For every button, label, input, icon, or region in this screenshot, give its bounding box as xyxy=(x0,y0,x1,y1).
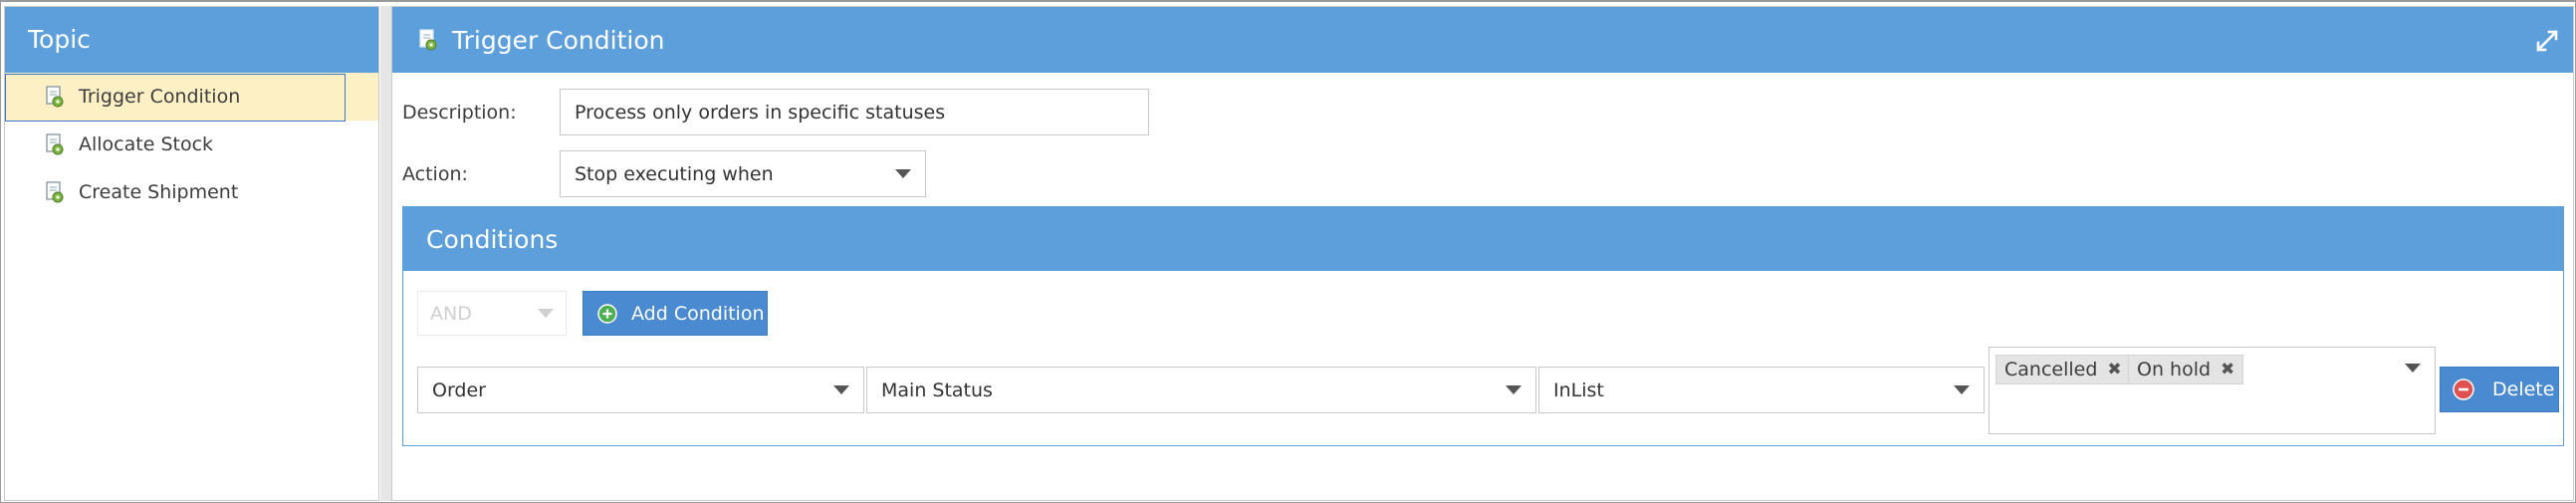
action-value: Stop executing when xyxy=(575,162,774,185)
topic-item-create-shipment[interactable]: Create Shipment xyxy=(5,168,378,216)
document-gear-icon xyxy=(46,86,64,108)
condition-entity-select[interactable]: Order xyxy=(417,367,864,413)
topic-item-trigger-condition[interactable]: Trigger Condition xyxy=(5,73,378,122)
expand-icon[interactable] xyxy=(2535,29,2559,53)
tag-label: Cancelled xyxy=(2004,359,2098,380)
chevron-down-icon xyxy=(1506,385,1522,394)
chevron-down-icon xyxy=(538,309,554,318)
action-row: Action: Stop executing when xyxy=(402,150,926,197)
condition-entity-value: Order xyxy=(432,378,486,401)
value-tag-cancelled: Cancelled ✖ xyxy=(1995,355,2131,384)
chevron-down-icon xyxy=(1954,385,1970,394)
value-tag-on-hold: On hold ✖ xyxy=(2128,355,2244,384)
document-gear-icon xyxy=(46,133,64,155)
delete-condition-label: Delete xyxy=(2492,378,2555,400)
condition-operator-value: InList xyxy=(1553,378,1604,401)
chevron-down-icon[interactable] xyxy=(2405,364,2421,373)
description-value: Process only orders in specific statuses xyxy=(575,101,946,124)
add-condition-button[interactable]: Add Condition xyxy=(583,291,768,336)
remove-tag-icon[interactable]: ✖ xyxy=(2221,360,2234,379)
condition-field-select[interactable]: Main Status xyxy=(866,367,1536,413)
condition-operator-select[interactable]: InList xyxy=(1538,367,1985,413)
description-row: Description: Process only orders in spec… xyxy=(402,89,1149,135)
delete-condition-button[interactable]: Delete xyxy=(2440,367,2559,412)
chevron-down-icon xyxy=(833,385,849,394)
topic-panel: Topic Trigger Condition Allocate Stock C… xyxy=(4,6,379,501)
conditions-panel: Conditions AND Add Condition Order Main … xyxy=(402,206,2564,446)
conditions-title: Conditions xyxy=(403,207,2563,271)
panel-splitter[interactable] xyxy=(380,6,391,501)
condition-values-multiselect[interactable]: Cancelled ✖ On hold ✖ xyxy=(1989,347,2436,434)
action-select[interactable]: Stop executing when xyxy=(560,150,926,197)
minus-circle-icon xyxy=(2453,378,2474,400)
action-label: Action: xyxy=(402,162,468,185)
main-panel: Trigger Condition Description: Process o… xyxy=(391,6,2574,501)
condition-row: Order Main Status InList xyxy=(417,367,1987,413)
topic-item-label: Create Shipment xyxy=(79,181,239,203)
add-condition-label: Add Condition xyxy=(631,302,765,325)
description-label: Description: xyxy=(402,101,517,124)
logic-operator-select[interactable]: AND xyxy=(417,291,567,336)
remove-tag-icon[interactable]: ✖ xyxy=(2107,360,2121,379)
condition-field-value: Main Status xyxy=(881,378,993,401)
topic-panel-title: Topic xyxy=(5,7,378,73)
topic-item-allocate-stock[interactable]: Allocate Stock xyxy=(5,121,378,168)
topic-item-label: Trigger Condition xyxy=(79,86,241,108)
chevron-down-icon xyxy=(895,169,911,178)
description-input[interactable]: Process only orders in specific statuses xyxy=(560,89,1149,135)
main-panel-header: Trigger Condition xyxy=(392,7,2573,73)
document-gear-icon xyxy=(419,29,437,51)
plus-circle-icon xyxy=(597,303,617,324)
topic-item-label: Allocate Stock xyxy=(79,133,214,155)
logic-operator-value: AND xyxy=(430,302,472,325)
document-gear-icon xyxy=(46,181,64,203)
tag-label: On hold xyxy=(2137,359,2212,380)
main-panel-title: Trigger Condition xyxy=(452,25,665,55)
